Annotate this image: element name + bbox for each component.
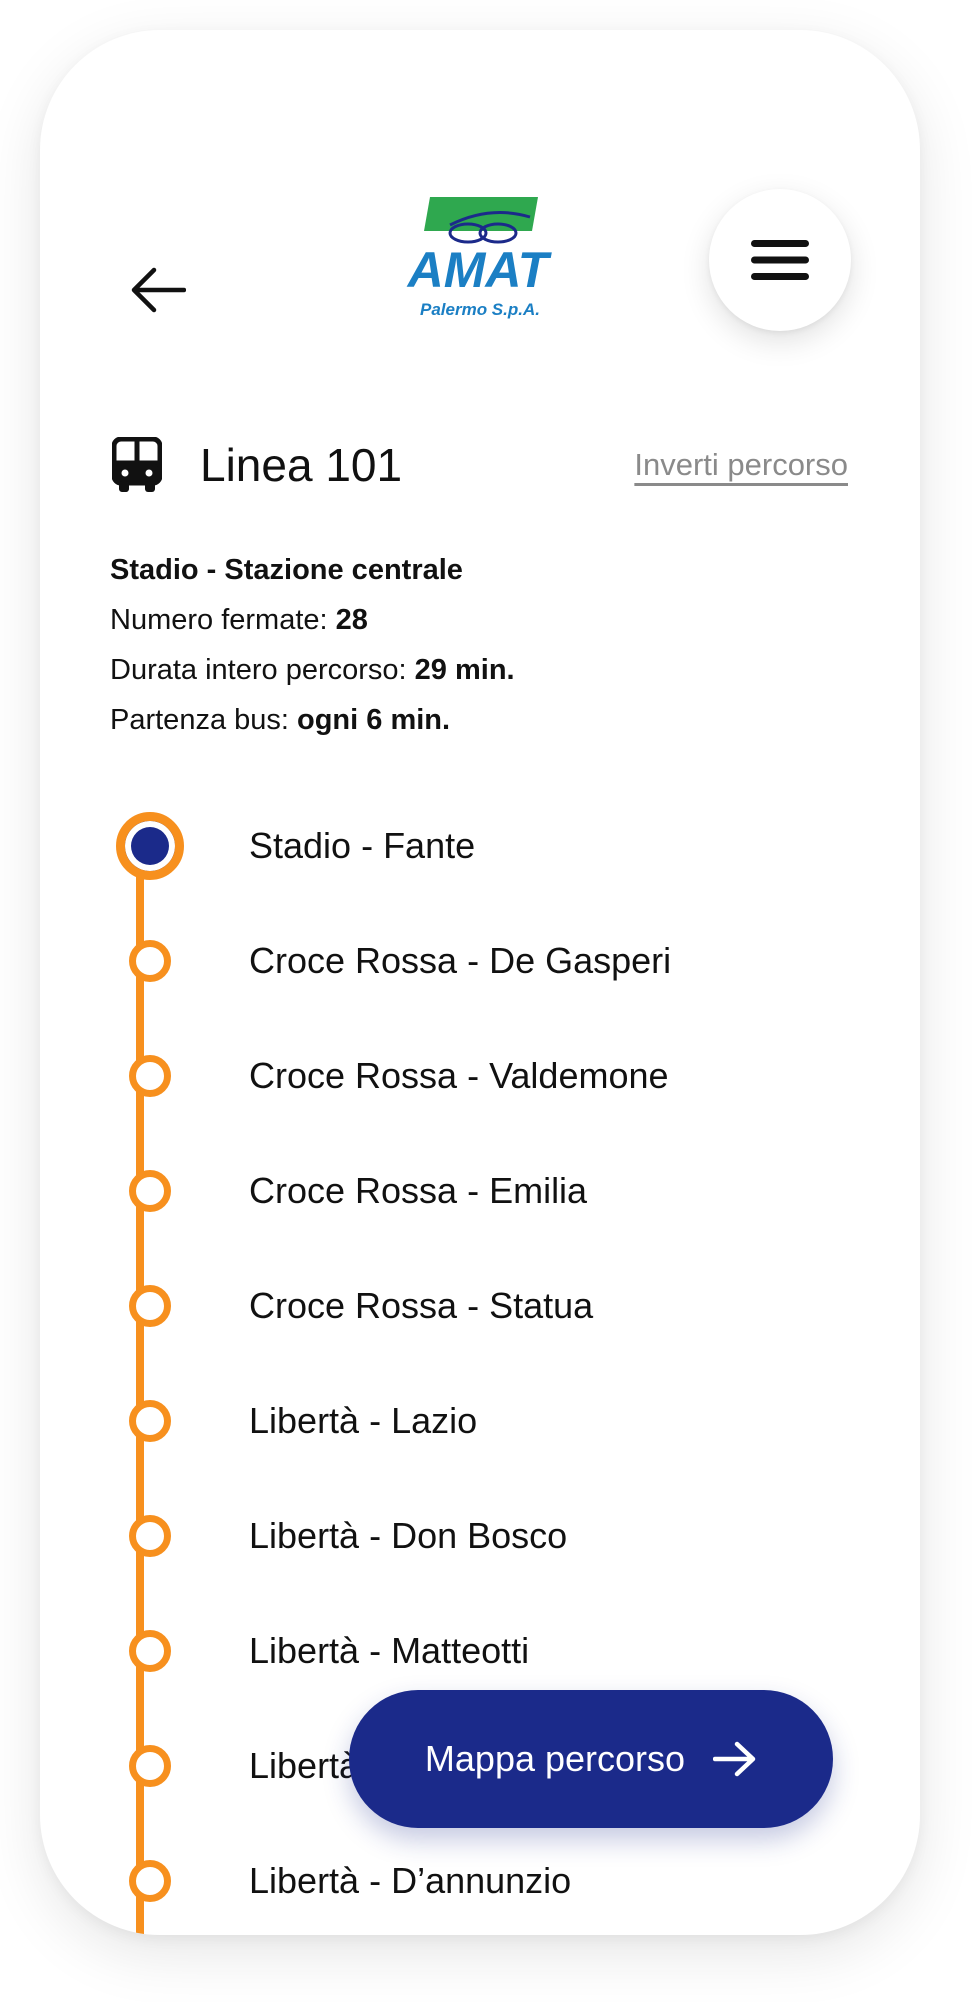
route-duration: Durata intero percorso: 29 min.	[110, 654, 515, 686]
route-map-button[interactable]: Mappa percorso	[349, 1690, 833, 1828]
phone-screen: AMAT Palermo S.p.A. Linea 101 Inverti pe…	[40, 30, 920, 1935]
stop-item[interactable]: Croce Rossa - Valdemone	[100, 1018, 860, 1133]
stop-marker	[129, 1744, 171, 1787]
route-name: Stadio - Stazione centrale	[110, 554, 463, 586]
stop-item[interactable]: Croce Rossa - Statua	[100, 1248, 860, 1363]
back-arrow-icon	[131, 267, 186, 313]
line-header: Linea 101 Inverti percorso	[112, 430, 848, 500]
amat-logo: AMAT Palermo S.p.A.	[390, 195, 570, 325]
bus-frequency: Partenza bus: ogni 6 min.	[110, 704, 451, 736]
current-stop-marker	[116, 811, 184, 880]
stop-marker	[129, 1629, 171, 1672]
stop-item[interactable]: Libertà - Lazio	[100, 1363, 860, 1478]
hamburger-menu-icon	[751, 240, 809, 280]
stops-count: Numero fermate: 28	[110, 604, 368, 636]
stop-item[interactable]: Libertà - Don Bosco	[100, 1478, 860, 1593]
bus-icon	[112, 437, 162, 492]
stop-marker	[129, 1054, 171, 1097]
svg-text:AMAT: AMAT	[406, 242, 553, 298]
stop-marker	[129, 939, 171, 982]
menu-button[interactable]	[709, 189, 851, 331]
stop-name: Libertà - Don Bosco	[249, 1514, 568, 1556]
arrow-right-icon	[713, 1741, 757, 1777]
stop-marker	[129, 1399, 171, 1442]
stop-marker	[129, 1859, 171, 1902]
route-info: Stadio - Stazione centrale Numero fermat…	[110, 545, 515, 745]
stop-item[interactable]: Stadio - Fante	[100, 788, 860, 903]
route-map-label: Mappa percorso	[424, 1738, 686, 1779]
stop-marker	[129, 1284, 171, 1327]
stop-item[interactable]: Libertà - D’annunzio	[100, 1823, 860, 1935]
invert-route-link[interactable]: Inverti percorso	[634, 447, 848, 483]
stop-name: Libertà - Matteotti	[249, 1629, 530, 1671]
stop-name: Libertà - D’annunzio	[249, 1859, 572, 1901]
stop-marker	[129, 1169, 171, 1212]
stop-name: Croce Rossa - De Gasperi	[249, 939, 672, 981]
stop-item[interactable]: Croce Rossa - Emilia	[100, 1133, 860, 1248]
back-button[interactable]	[118, 250, 198, 330]
stop-name: Libertà - Lazio	[249, 1399, 478, 1441]
line-title: Linea 101	[200, 439, 403, 491]
svg-text:Palermo S.p.A.: Palermo S.p.A.	[420, 300, 540, 319]
stop-name: Croce Rossa - Emilia	[249, 1169, 588, 1211]
stop-name: Croce Rossa - Statua	[249, 1284, 594, 1326]
stop-item[interactable]: Croce Rossa - De Gasperi	[100, 903, 860, 1018]
stop-name: Stadio - Fante	[249, 824, 476, 866]
stop-marker	[129, 1514, 171, 1557]
stop-name: Croce Rossa - Valdemone	[249, 1054, 669, 1096]
